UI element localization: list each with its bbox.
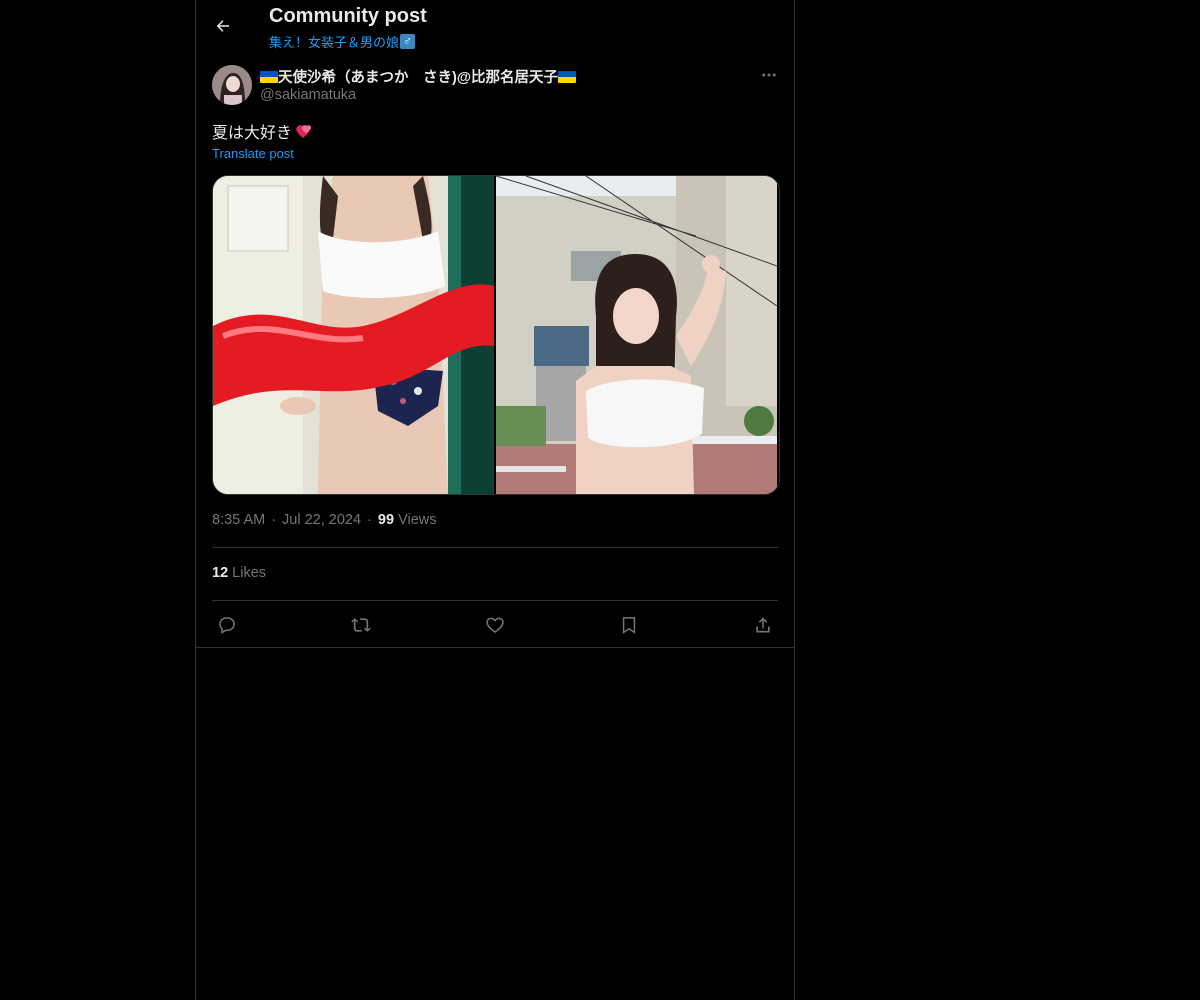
avatar[interactable] [212,65,252,105]
media-grid [212,175,780,495]
bookmark-button[interactable] [614,611,644,639]
divider [196,647,794,648]
community-name: 集え！女装子＆男の娘 [269,35,400,50]
post-text: 夏は大好き [212,119,314,143]
author-name-text: 天使沙希（あまつか さき)@比那名居天子 [278,70,558,86]
male-sign-icon: ♂ [400,34,416,49]
likes-count: 12 [212,565,229,581]
more-horizontal-icon [762,73,776,77]
divider [212,547,778,548]
page-title: Community post [269,5,427,27]
share-button[interactable] [748,611,778,639]
repost-button[interactable] [346,611,376,639]
heart-icon [486,617,504,634]
views-count: 99 [377,512,395,528]
post-time[interactable]: 8:35 AM [212,512,265,528]
bookmark-icon [622,617,636,634]
like-button[interactable] [480,611,510,639]
repost-icon [351,618,371,632]
views-label: Views [398,512,437,528]
post-meta: 8:35 AM · Jul 22, 2024 · 99 Views [212,512,437,528]
arrow-left-icon [216,20,229,32]
post-image-2[interactable] [496,176,777,494]
action-bar [212,611,778,639]
post-text-content: 夏は大好き [212,125,293,142]
main-column: Community post 集え！女装子＆男の娘 ♂ 天使沙希（あまつか さき… [195,0,795,1000]
flag-icon [260,70,278,83]
back-button[interactable] [208,11,238,41]
post-date[interactable]: Jul 22, 2024 [282,512,361,528]
flag-icon [557,70,576,83]
divider [212,600,778,601]
author-name[interactable]: 天使沙希（あまつか さき)@比那名居天子 [260,66,576,87]
reply-button[interactable] [212,611,242,639]
author-handle[interactable]: @sakiamatuka [260,87,356,103]
likes-label: Likes [232,565,267,581]
share-icon [756,617,770,633]
community-link[interactable]: 集え！女装子＆男の娘 ♂ [269,32,416,51]
reply-icon [219,617,235,634]
translate-post-link[interactable]: Translate post [212,146,294,161]
more-button[interactable] [758,64,780,86]
heart-emoji [296,125,312,138]
likes-stat[interactable]: 12 Likes [212,565,266,581]
post-image-1[interactable] [213,176,494,494]
page-header: Community post 集え！女装子＆男の娘 ♂ [196,0,794,53]
